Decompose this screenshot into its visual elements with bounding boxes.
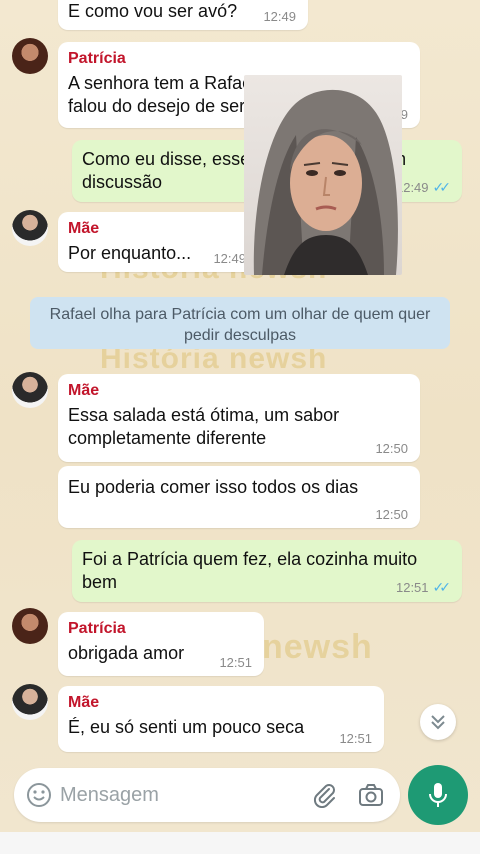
message-input[interactable]: Mensagem (60, 784, 159, 807)
emoji-icon[interactable] (26, 782, 52, 808)
message-time: 12:51 (339, 731, 372, 746)
sender-name: Mãe (68, 382, 100, 399)
message-time: 12:50 (375, 507, 408, 522)
message-bubble[interactable]: Patrícia obrigada amor 12:51 (58, 612, 264, 676)
message-bubble[interactable]: Mãe Por enquanto... 12:49 (58, 212, 258, 272)
video-overlay (244, 75, 402, 275)
mic-button[interactable] (408, 765, 468, 825)
message-bubble[interactable]: Eu poderia comer isso todos os dias 12:5… (58, 466, 420, 528)
system-notice: Rafael olha para Patrícia com um olhar d… (30, 297, 450, 349)
message-text: É, eu só senti um pouco seca (68, 717, 305, 737)
sender-name: Mãe (68, 220, 100, 237)
message-text: Essa salada está ótima, um sabor (68, 405, 340, 425)
message-time: 12:51 (219, 655, 252, 670)
message-time: 12:49 (213, 251, 246, 266)
attach-icon[interactable] (312, 782, 338, 808)
read-ticks-icon: ✓✓ (432, 579, 452, 595)
notice-text: pedir desculpas (183, 327, 297, 344)
avatar[interactable] (12, 684, 48, 720)
read-ticks-icon: ✓✓ (432, 179, 452, 195)
message-input-bar[interactable]: Mensagem (14, 768, 400, 822)
chevron-double-down-icon (431, 715, 445, 730)
bottom-strip (0, 832, 480, 854)
notice-text: Rafael olha para Patrícia com um olhar d… (49, 306, 431, 323)
message-text: Eu poderia comer isso todos os dias (68, 477, 359, 497)
message-text: Foi a Patrícia quem fez, ela cozinha mui… (82, 549, 418, 569)
message-bubble[interactable]: Mãe É, eu só senti um pouco seca 12:51 (58, 686, 384, 752)
avatar[interactable] (12, 38, 48, 74)
message-text: completamente diferente (68, 428, 267, 448)
message-bubble[interactable]: Mãe Essa salada está ótima, um sabor com… (58, 374, 420, 462)
message-time: 12:49 (263, 9, 296, 24)
avatar[interactable] (12, 608, 48, 644)
message-time: 12:51 ✓✓ (395, 579, 452, 595)
avatar[interactable] (12, 372, 48, 408)
sender-name: Patrícia (68, 50, 126, 67)
sender-name: Mãe (68, 694, 100, 711)
mic-icon (429, 783, 447, 807)
camera-icon[interactable] (358, 782, 384, 808)
watermark: newsh (262, 628, 373, 666)
message-bubble-outgoing[interactable]: Foi a Patrícia quem fez, ela cozinha mui… (72, 540, 462, 602)
message-bubble[interactable]: E como vou ser avó? 12:49 (58, 0, 308, 30)
message-time: 12:50 (375, 441, 408, 456)
person-image (253, 89, 398, 275)
chat-area[interactable]: História newsh História newsh newsh E co… (0, 0, 480, 854)
scroll-to-bottom-button[interactable] (420, 704, 456, 740)
sender-name: Patrícia (68, 620, 126, 637)
avatar[interactable] (12, 210, 48, 246)
message-time: 12:49 ✓✓ (395, 179, 452, 195)
